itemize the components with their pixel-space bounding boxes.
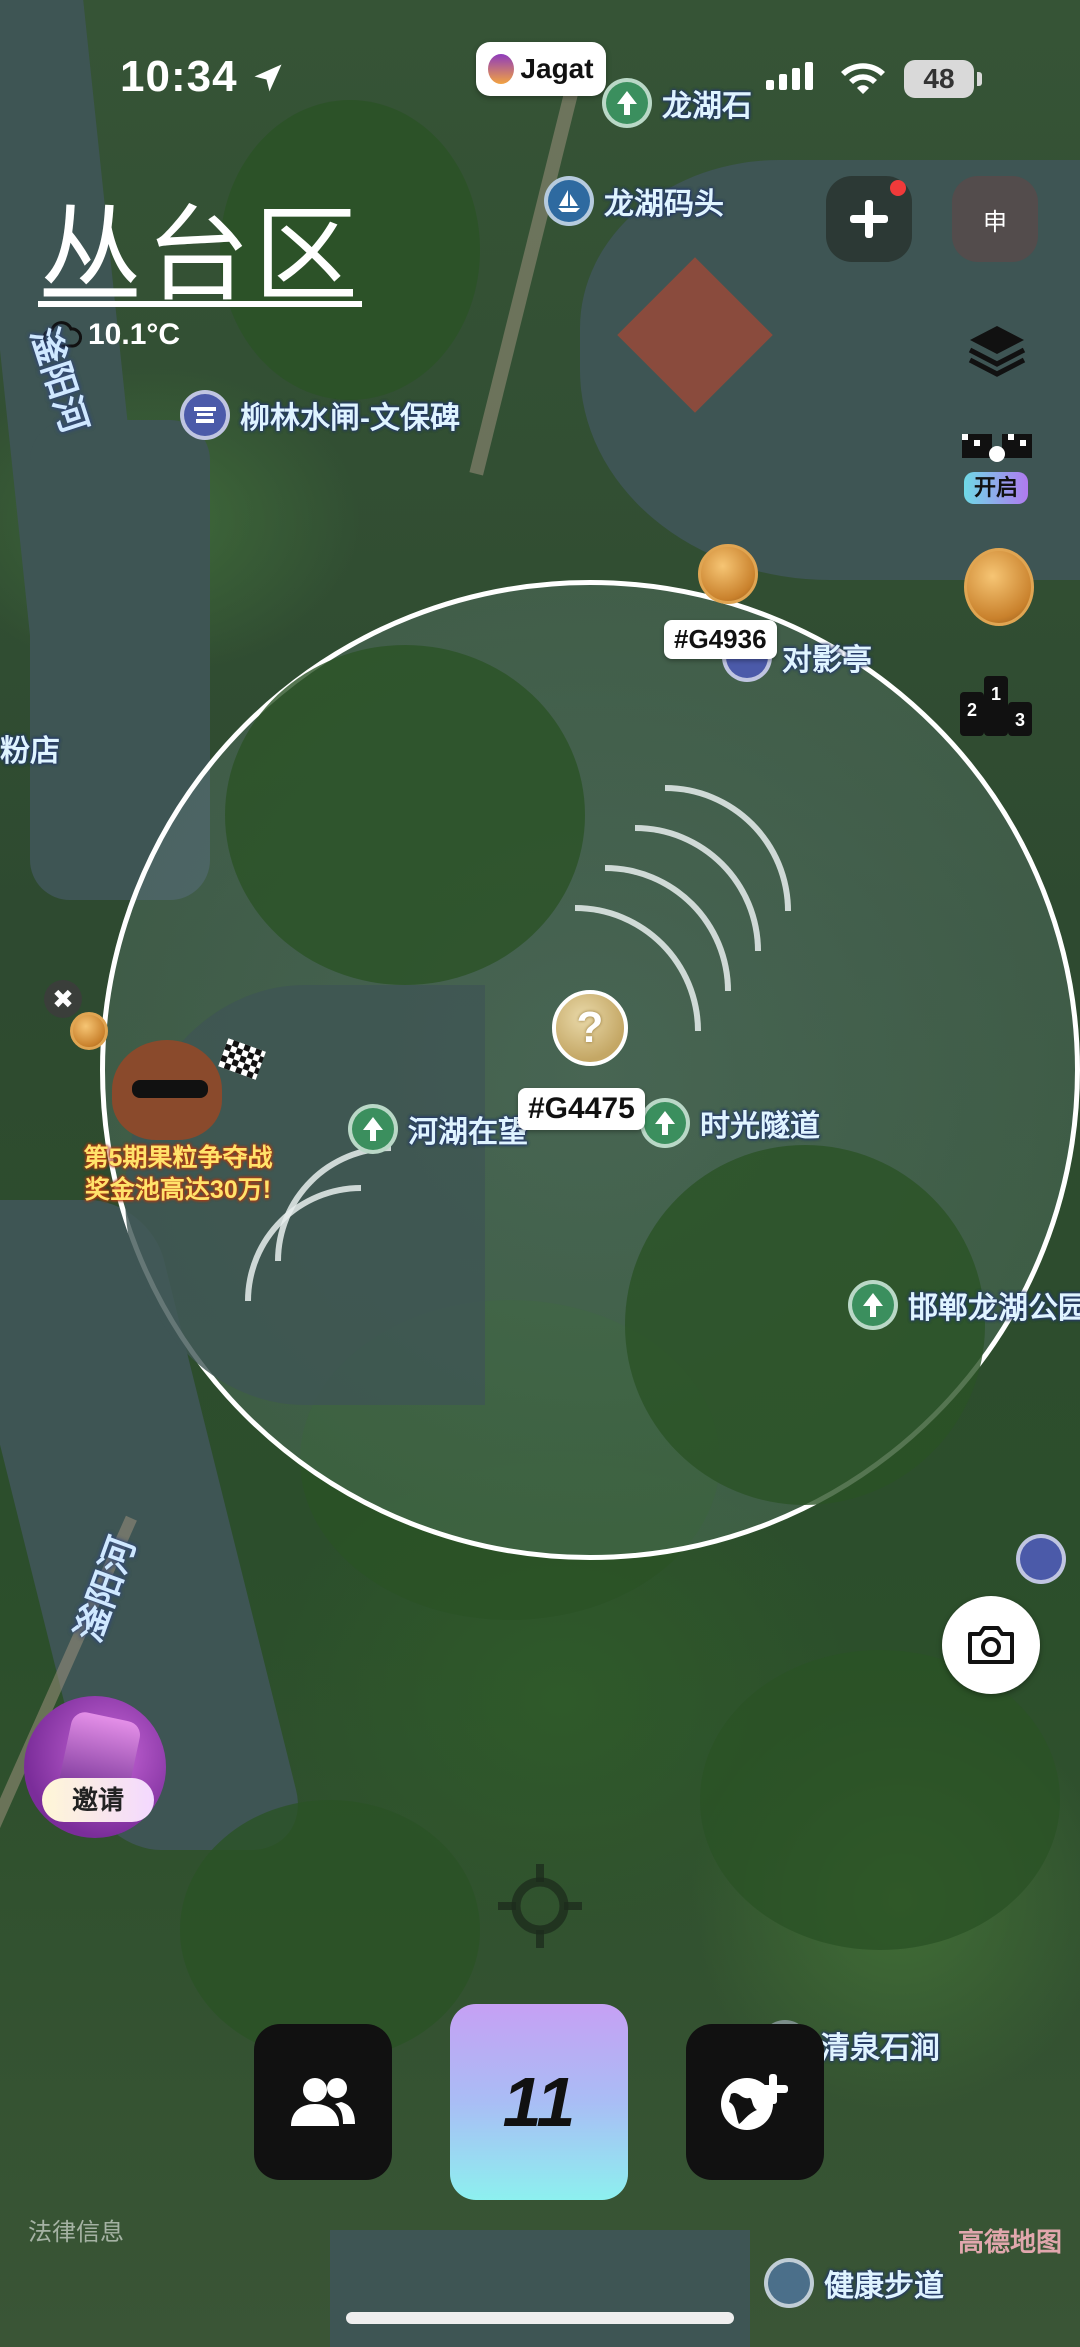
poi-handan-park[interactable]: 邯郸龙湖公园 bbox=[848, 1280, 1080, 1330]
notification-dot bbox=[890, 180, 906, 196]
poi-label: 对影亭 bbox=[782, 644, 872, 677]
globe-plus-icon bbox=[721, 2074, 788, 2130]
add-button[interactable] bbox=[826, 176, 912, 262]
tree-icon bbox=[640, 1098, 690, 1148]
promo-line2: 奖金池高达30万! bbox=[84, 1176, 272, 1204]
race-open-button[interactable]: 开启 bbox=[958, 430, 1036, 510]
podium-icon: 12 3 bbox=[960, 676, 1032, 736]
tree-icon bbox=[348, 1104, 398, 1154]
app-pill-label: Jagat bbox=[520, 53, 594, 84]
temple-icon bbox=[1016, 1534, 1066, 1584]
layers-icon bbox=[968, 326, 1026, 377]
poi-label: 龙湖石 bbox=[662, 90, 752, 123]
coin-marker[interactable] bbox=[698, 544, 758, 604]
wifi-icon bbox=[841, 63, 885, 94]
poi-time-tunnel[interactable]: 时光隧道 bbox=[640, 1098, 820, 1148]
poi-longhu-stone[interactable]: 龙湖石 bbox=[602, 78, 752, 128]
crosshair-icon[interactable] bbox=[496, 1862, 584, 1950]
poi-label: 邯郸龙湖公园 bbox=[908, 1292, 1080, 1325]
status-time: 10:34 bbox=[120, 52, 238, 101]
tree-icon bbox=[602, 78, 652, 128]
poi-temple[interactable] bbox=[1016, 1534, 1066, 1584]
poi-partial-shop[interactable]: 粉店 bbox=[0, 726, 60, 770]
jagat-logo-icon bbox=[488, 54, 515, 84]
ranking-button[interactable]: 12 3 bbox=[958, 670, 1034, 736]
gem-tag-nearby[interactable]: #G4936 bbox=[664, 620, 777, 659]
poi-label: 健康步道 bbox=[824, 2270, 944, 2303]
temperature: 10.1°C bbox=[88, 318, 181, 351]
layers-button[interactable] bbox=[962, 316, 1032, 386]
poi-label: 粉店 bbox=[0, 735, 60, 768]
walk-icon bbox=[764, 2258, 814, 2308]
app-pill[interactable]: Jagat bbox=[476, 42, 606, 96]
add-place-button[interactable] bbox=[686, 2024, 824, 2180]
lake-bottom bbox=[330, 2230, 750, 2347]
coin-button[interactable] bbox=[964, 548, 1034, 626]
camera-icon bbox=[968, 1626, 1014, 1664]
svg-text:2: 2 bbox=[967, 700, 977, 720]
road-top bbox=[469, 64, 585, 476]
race-open-label: 开启 bbox=[964, 472, 1028, 504]
poi-label: 清泉石涧 bbox=[820, 2032, 940, 2065]
tree-area bbox=[225, 645, 585, 985]
tree-icon bbox=[848, 1280, 898, 1330]
boat-icon bbox=[544, 176, 594, 226]
cellular-signal-icon bbox=[766, 62, 818, 95]
poi-health-walk[interactable]: 健康步道 bbox=[764, 2258, 944, 2308]
promo-line1: 第5期果粒争夺战 bbox=[83, 1144, 273, 1172]
poi-label: 龙湖码头 bbox=[604, 188, 724, 221]
monument-icon bbox=[180, 390, 230, 440]
svg-text:3: 3 bbox=[1015, 710, 1025, 730]
plus-icon bbox=[850, 200, 888, 238]
invite-label[interactable]: 邀请 bbox=[42, 1778, 154, 1822]
users-icon bbox=[291, 2078, 355, 2126]
svg-text:1: 1 bbox=[991, 684, 1001, 704]
mystery-coin[interactable]: ? bbox=[552, 990, 628, 1066]
poi-label: 河湖在望 bbox=[408, 1116, 528, 1149]
sunglasses-icon bbox=[132, 1080, 208, 1098]
apply-button[interactable]: 申 bbox=[952, 176, 1038, 262]
poi-liulin-gate[interactable]: 柳林水闸-文保碑 bbox=[180, 390, 460, 440]
tree-area bbox=[180, 1800, 480, 2060]
legal-info-link[interactable]: 法律信息 bbox=[28, 2212, 124, 2247]
map-attribution: 高德地图 bbox=[958, 2227, 1063, 2257]
battery-indicator: 48 bbox=[904, 60, 982, 98]
poi-longhu-dock[interactable]: 龙湖码头 bbox=[544, 176, 724, 226]
poi-river-lake[interactable]: 河湖在望 bbox=[348, 1104, 528, 1154]
poi-label: 时光隧道 bbox=[700, 1110, 820, 1143]
gem-tag-center[interactable]: #G4475 bbox=[518, 1088, 645, 1130]
poi-label: 柳林水闸-文保碑 bbox=[240, 402, 460, 435]
checkered-flag-icon bbox=[218, 1038, 266, 1080]
friends-button[interactable] bbox=[254, 2024, 392, 2180]
main-action-button[interactable]: 11 bbox=[450, 2004, 628, 2200]
district-title[interactable]: 丛台区 bbox=[38, 170, 362, 321]
camera-button[interactable] bbox=[942, 1596, 1040, 1694]
promo-text[interactable]: 第5期果粒争夺战 奖金池高达30万! bbox=[68, 1142, 288, 1206]
tree-area bbox=[700, 1650, 1060, 1950]
location-arrow-icon bbox=[254, 64, 282, 92]
home-indicator[interactable] bbox=[346, 2312, 734, 2324]
